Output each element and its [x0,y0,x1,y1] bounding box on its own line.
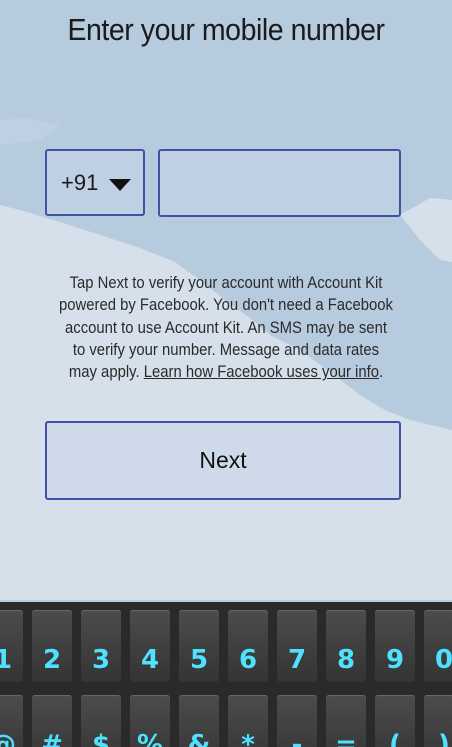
dropdown-arrow-icon [109,179,131,191]
key-7[interactable]: 7 [277,610,317,682]
country-code-value: +91 [61,169,99,195]
key-5[interactable]: 5 [179,610,219,682]
soft-keyboard: 1234567890 @#$%&*-=() [0,602,452,747]
key-9[interactable]: 9 [375,610,415,682]
key-@[interactable]: @ [0,695,23,747]
key-$[interactable]: $ [81,695,121,747]
key-([interactable]: ( [375,695,415,747]
learn-more-link[interactable]: Learn how Facebook uses your info [144,363,379,381]
key-)[interactable]: ) [424,695,452,747]
key-*[interactable]: * [228,695,268,747]
key-3[interactable]: 3 [81,610,121,682]
key-=[interactable]: = [326,695,366,747]
disclaimer-period: . [378,363,384,382]
key-8[interactable]: 8 [326,610,366,682]
key-1[interactable]: 1 [0,610,23,682]
next-button[interactable]: Next [45,421,401,500]
country-code-select[interactable]: +91 [45,149,145,216]
key-#[interactable]: # [32,695,72,747]
key-6[interactable]: 6 [228,610,268,682]
key--[interactable]: - [277,695,317,747]
key-0[interactable]: 0 [424,610,452,682]
key-4[interactable]: 4 [130,610,170,682]
page-title: Enter your mobile number [67,12,385,47]
key-%[interactable]: % [130,695,170,747]
disclaimer-text: Tap Next to verify your account with Acc… [59,272,394,383]
key-2[interactable]: 2 [32,610,72,682]
key-&[interactable]: & [179,695,219,747]
phone-number-input[interactable] [158,149,401,217]
